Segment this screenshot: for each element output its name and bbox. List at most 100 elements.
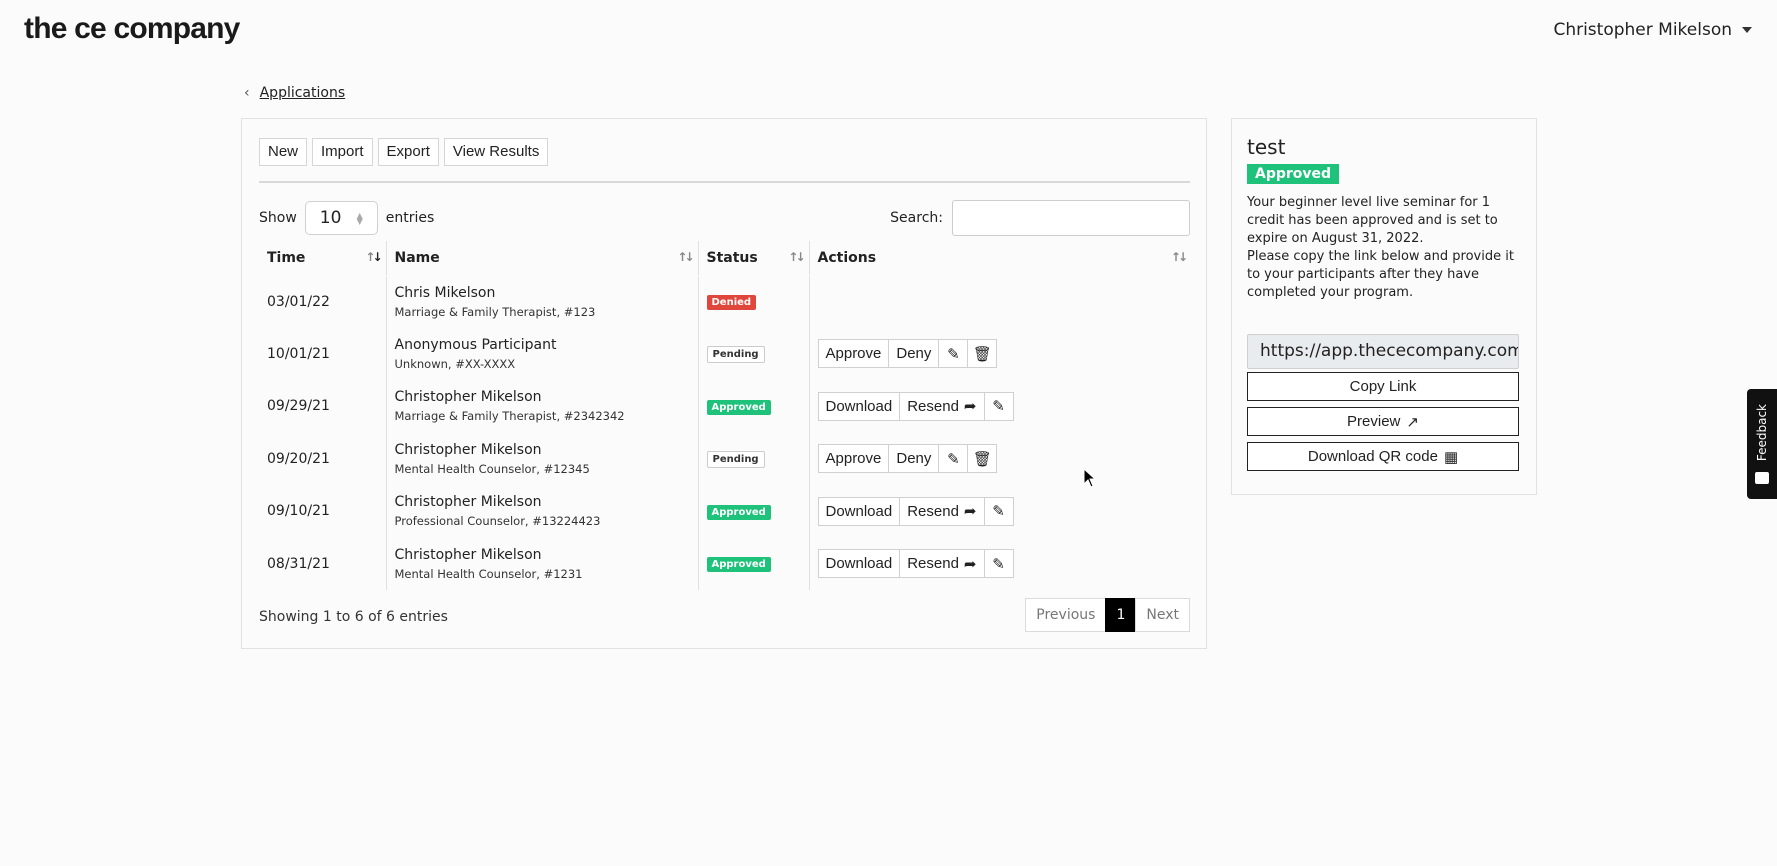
th-status[interactable]: Status ↑↓: [697, 241, 809, 276]
status-badge: Approved: [706, 504, 771, 520]
edit-icon: ✎: [947, 345, 960, 363]
cell-actions: Approve Deny ✎ 🗑: [808, 327, 1191, 380]
sort-icon: ↑↓: [365, 250, 382, 264]
cell-status: Denied: [697, 275, 809, 328]
table-row: 09/20/21 Christopher Mikelson Mental Heal…: [259, 432, 1191, 485]
cell-time: 10/01/21: [267, 345, 330, 362]
cell-actions: [808, 275, 1191, 328]
edit-button[interactable]: ✎: [938, 444, 969, 474]
breadcrumb-applications-link[interactable]: Applications: [260, 85, 346, 101]
download-button[interactable]: Download: [817, 549, 901, 579]
cell-name: Christopher Mikelson Marriage & Family Th…: [385, 380, 698, 433]
table-row: 09/29/21 Christopher Mikelson Marriage & …: [259, 380, 1191, 433]
cell-status: Pending: [697, 327, 809, 380]
feedback-tab[interactable]: Feedback: [1747, 389, 1777, 499]
applicant-name: Chris Mikelson: [394, 284, 496, 301]
cell-time: 09/20/21: [267, 450, 330, 467]
user-name: Christopher Mikelson: [1553, 20, 1732, 40]
th-actions[interactable]: Actions ↑↓: [808, 241, 1191, 276]
th-time[interactable]: Time ↑↓: [259, 241, 386, 276]
status-badge: Approved: [706, 399, 771, 415]
cell-actions: Download Resend ➦ ✎: [808, 537, 1191, 590]
user-menu[interactable]: Christopher Mikelson: [1553, 20, 1752, 40]
search-label: Search:: [890, 210, 943, 226]
pagination: Previous 1 Next: [1025, 598, 1190, 632]
delete-button[interactable]: 🗑: [967, 444, 998, 474]
edit-icon: ✎: [947, 450, 960, 468]
next-page-button[interactable]: Next: [1135, 598, 1190, 632]
cell-time: 09/10/21: [267, 503, 330, 520]
breadcrumb: ‹ Applications: [244, 85, 345, 101]
cell-status: Approved: [697, 537, 809, 590]
deny-button[interactable]: Deny: [888, 339, 940, 369]
sort-icon: ↑↓: [677, 250, 694, 264]
approve-button[interactable]: Approve: [817, 444, 890, 474]
deny-button[interactable]: Deny: [888, 444, 940, 474]
cell-actions: Download Resend ➦ ✎: [808, 380, 1191, 433]
show-entries: Show 10 ▲ ▼ entries: [259, 201, 434, 235]
applicant-license: Marriage & Family Therapist, #123: [394, 304, 596, 319]
import-button[interactable]: Import: [312, 138, 373, 166]
trash-icon: 🗑: [972, 450, 992, 468]
edit-button[interactable]: ✎: [938, 339, 969, 369]
edit-button[interactable]: ✎: [983, 391, 1014, 421]
export-button[interactable]: Export: [377, 138, 439, 166]
select-arrows-icon: ▲ ▼: [356, 211, 363, 226]
entries-label: entries: [385, 210, 435, 226]
applicant-license: Professional Counselor, #13224423: [394, 514, 601, 529]
status-badge: Pending: [706, 450, 765, 468]
resend-button[interactable]: Resend ➦: [899, 391, 985, 421]
feedback-label: Feedback: [1755, 404, 1769, 462]
table-row: 09/10/21 Christopher Mikelson Professiona…: [259, 485, 1191, 538]
program-title: test: [1247, 135, 1286, 159]
program-summary-panel: test Approved Your beginner level live s…: [1231, 118, 1537, 495]
link-instructions: Please copy the link below and provide i…: [1247, 249, 1514, 300]
delete-button[interactable]: 🗑: [967, 339, 998, 369]
cell-name: Christopher Mikelson Mental Health Counse…: [385, 432, 698, 485]
table-row: 08/31/21 Christopher Mikelson Mental Heal…: [259, 537, 1191, 590]
share-icon: ➦: [963, 503, 977, 521]
chevron-left-icon[interactable]: ‹: [244, 85, 250, 101]
sort-icon: ↑↓: [788, 250, 805, 264]
table-row: 10/01/21 Anonymous Participant Unknown, #…: [259, 327, 1191, 380]
cell-time: 09/29/21: [267, 398, 330, 415]
external-link-icon: ↗: [1406, 413, 1419, 431]
applicant-name: Christopher Mikelson: [394, 494, 542, 511]
show-label: Show: [259, 210, 297, 226]
brand-logo[interactable]: the ce company: [24, 12, 240, 46]
th-name[interactable]: Name ↑↓: [385, 241, 698, 276]
edit-button[interactable]: ✎: [983, 549, 1014, 579]
feedback-icon: [1755, 471, 1769, 484]
toolbar: New Import Export View Results: [259, 138, 549, 166]
preview-button[interactable]: Preview ↗: [1247, 407, 1519, 436]
cell-status: Approved: [697, 485, 809, 538]
entries-select[interactable]: 10 ▲ ▼: [304, 201, 378, 235]
new-button[interactable]: New: [259, 138, 308, 166]
approve-button[interactable]: Approve: [817, 339, 890, 369]
status-badge: Denied: [706, 295, 757, 310]
cell-name: Christopher Mikelson Mental Health Counse…: [385, 537, 698, 590]
page-1-button[interactable]: 1: [1105, 598, 1137, 632]
applicant-name: Christopher Mikelson: [394, 441, 542, 458]
resend-button[interactable]: Resend ➦: [899, 549, 985, 579]
copy-link-button[interactable]: Copy Link: [1247, 372, 1519, 401]
download-button[interactable]: Download: [817, 391, 901, 421]
divider: [259, 181, 1190, 183]
edit-button[interactable]: ✎: [983, 496, 1014, 526]
table-info: Showing 1 to 6 of 6 entries: [259, 609, 448, 625]
previous-page-button[interactable]: Previous: [1025, 598, 1107, 632]
view-results-button[interactable]: View Results: [443, 138, 549, 166]
edit-icon: ✎: [992, 398, 1005, 416]
search-input[interactable]: [952, 200, 1190, 236]
edit-icon: ✎: [992, 555, 1005, 573]
download-qr-button[interactable]: Download QR code ▦: [1247, 442, 1519, 471]
mouse-cursor-icon: [1083, 468, 1097, 488]
download-button[interactable]: Download: [817, 496, 901, 526]
cell-name: Chris Mikelson Marriage & Family Therapis…: [385, 275, 698, 328]
participant-link-field[interactable]: https://app.thececompany.com: [1247, 334, 1519, 369]
cell-time: 08/31/21: [267, 555, 330, 572]
applicant-name: Anonymous Participant: [394, 336, 557, 353]
applications-table: Time ↑↓ Name ↑↓ Status ↑↓ Actions ↑↓ 03/01/2…: [259, 241, 1191, 590]
resend-button[interactable]: Resend ➦: [899, 496, 985, 526]
applicant-license: Marriage & Family Therapist, #2342342: [394, 409, 625, 424]
